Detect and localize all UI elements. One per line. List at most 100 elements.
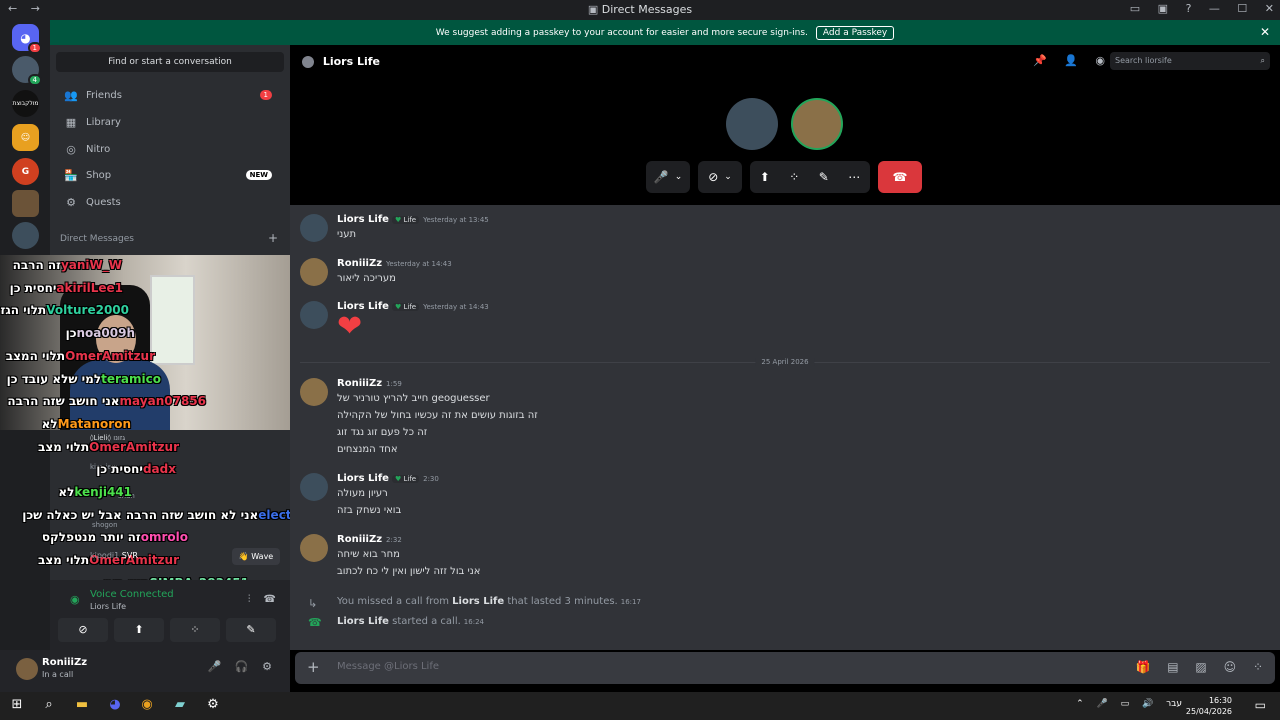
minimize-icon[interactable]: — <box>1209 2 1220 15</box>
settings-icon[interactable]: ⚙ <box>204 697 222 715</box>
search-icon[interactable]: ⌕ <box>40 697 58 715</box>
dm-entry-shan[interactable]: shan <box>118 492 135 500</box>
dm-entry-name: ◊Lieli◊ <box>90 434 111 442</box>
call-avatar-roni[interactable] <box>791 98 843 150</box>
avatar[interactable] <box>300 214 328 242</box>
profile-icon[interactable]: ◉ <box>1095 54 1105 67</box>
discord-taskbar-icon[interactable]: ◕ <box>106 697 124 715</box>
gif-icon[interactable]: ▤ <box>1167 660 1178 674</box>
server-image-guild[interactable] <box>12 190 39 217</box>
avatar[interactable] <box>300 378 328 406</box>
attach-icon[interactable]: + <box>307 658 320 676</box>
network-icon[interactable]: ▭ <box>1121 699 1130 709</box>
sidebar-item-nitro[interactable]: ◎ Nitro <box>58 138 282 160</box>
disconnect-icon[interactable]: ☎ <box>264 594 276 605</box>
add-friend-icon[interactable]: 👤 <box>1064 54 1078 67</box>
message-author[interactable]: RoniiiZz 1:59 <box>337 378 402 389</box>
avatar[interactable] <box>300 301 328 329</box>
soundboard-button[interactable]: ✎ <box>226 618 276 642</box>
message-author[interactable]: RoniiiZz 2:32 <box>337 534 402 545</box>
voice-status[interactable]: Voice Connected <box>90 589 174 600</box>
message-author[interactable]: Liors Life ♥ Life 2:30 <box>337 473 439 484</box>
call-avatar-lior[interactable] <box>726 98 778 150</box>
camera-toggle-button[interactable]: ⊘ ⌄ <box>698 161 742 193</box>
avatar[interactable] <box>300 534 328 562</box>
message-text: בואי נשחק בזה <box>337 505 402 516</box>
pin-icon[interactable]: 📌 <box>1033 54 1047 67</box>
composer-icons: 🎁 ▤ ▨ ☺ ⁘ <box>1122 660 1263 674</box>
mic-tray-icon[interactable]: 🎤 <box>1097 699 1108 709</box>
file-explorer-icon[interactable]: ▬ <box>73 697 91 715</box>
dm-entry-name: kira <box>90 463 104 471</box>
find-conversation-button[interactable]: Find or start a conversation <box>56 52 284 72</box>
share-screen-icon[interactable]: ⬆ <box>760 170 770 184</box>
screen-icon[interactable]: ▣ <box>1158 2 1168 15</box>
add-passkey-button[interactable]: Add a Passkey <box>815 25 895 40</box>
sticker-icon[interactable]: ▨ <box>1195 660 1206 674</box>
gift-icon[interactable]: 🎁 <box>1135 660 1150 674</box>
dm-entry-shogon[interactable]: shogon <box>92 521 118 529</box>
search-icon: ⌕ <box>1260 56 1265 65</box>
share-screen-button[interactable]: ⬆ <box>114 618 164 642</box>
message-input[interactable]: Message @Liors Life <box>337 661 439 672</box>
gear-icon[interactable]: ⚙ <box>262 660 272 673</box>
help-icon[interactable]: ? <box>1186 2 1192 15</box>
maximize-icon[interactable]: ☐ <box>1237 2 1247 15</box>
notification-icon[interactable]: ▭ <box>1255 698 1266 712</box>
dm-avatar-guild[interactable]: 4 <box>12 56 42 86</box>
sidebar-item-shop[interactable]: 🏪 Shop NEW <box>58 164 282 186</box>
apps-icon[interactable]: ⁘ <box>1253 660 1263 674</box>
dm-entry-lieli[interactable]: ◊Lieli◊ גזונו <box>90 434 125 442</box>
inbox-icon[interactable]: ▭ <box>1130 2 1140 15</box>
home-button[interactable]: ◕ 1 <box>12 24 42 54</box>
search-input[interactable]: Search liorsife ⌕ <box>1110 52 1270 70</box>
sidebar-item-friends[interactable]: 👥 Friends 1 <box>58 84 282 106</box>
hang-up-button[interactable]: ☎ <box>878 161 922 193</box>
nitro-icon: ◎ <box>66 142 76 156</box>
username[interactable]: RoniiiZz <box>42 657 87 668</box>
banner-close-icon[interactable]: ✕ <box>1260 25 1270 39</box>
clock[interactable]: 16:30 25/04/2026 <box>1186 695 1232 717</box>
soundboard-icon[interactable]: ✎ <box>819 170 829 184</box>
create-dm-icon[interactable]: + <box>268 231 278 245</box>
noise-suppression-icon[interactable]: ⫶ <box>248 594 251 605</box>
wave-button[interactable]: 👋 Wave <box>232 548 280 565</box>
sidebar-item-label: Library <box>86 116 121 128</box>
server-avatar-guild[interactable] <box>12 222 39 249</box>
headphones-icon[interactable]: 🎧 <box>235 660 249 673</box>
mic-toggle-button[interactable]: 🎤 ⌄ <box>646 161 690 193</box>
avatar[interactable] <box>300 473 328 501</box>
avatar[interactable] <box>16 658 38 680</box>
server-emoji-guild[interactable]: ☺ <box>12 124 39 151</box>
voice-channel[interactable]: Liors Life <box>90 602 126 611</box>
volume-icon[interactable]: 🔊 <box>1142 699 1153 709</box>
language-indicator[interactable]: עבר <box>1166 699 1182 709</box>
activities-icon[interactable]: ⁘ <box>789 170 799 184</box>
sidebar-item-library[interactable]: ▦ Library <box>58 111 282 133</box>
sidebar-item-label: Shop <box>86 169 112 181</box>
server-g-guild[interactable]: G <box>12 158 39 185</box>
close-window-icon[interactable]: ✕ <box>1265 2 1274 15</box>
more-icon[interactable]: ⋯ <box>848 170 860 184</box>
clock-time: 16:30 <box>1208 696 1232 705</box>
dm-entry-kira[interactable]: kira jew <box>90 463 117 471</box>
call-started-message: Liors Life started a call. 16:24 <box>337 616 484 627</box>
server-text-guild[interactable]: מולקבוצת <box>12 90 39 117</box>
camera-off-button[interactable]: ⊘ <box>58 618 108 642</box>
emoji-icon[interactable]: ☺ <box>1224 660 1237 674</box>
dm-entry-kipodi[interactable]: kipodi1 SVR <box>90 551 138 560</box>
message-composer[interactable]: + Message @Liors Life 🎁 ▤ ▨ ☺ ⁘ <box>295 652 1275 684</box>
chevron-up-icon[interactable]: ⌃ <box>1076 699 1084 709</box>
window-controls: ▭ ▣ ? — ☐ ✕ <box>1116 2 1274 15</box>
chrome-icon[interactable]: ◉ <box>138 697 156 715</box>
app-icon[interactable]: ▰ <box>171 697 189 715</box>
mic-icon[interactable]: 🎤 <box>208 660 222 673</box>
dm-section-header: Direct Messages <box>60 234 134 244</box>
start-icon[interactable]: ⊞ <box>8 697 26 715</box>
title-bar: ← → ▣ Direct Messages ▭ ▣ ? — ☐ ✕ <box>0 0 1280 20</box>
message-author[interactable]: Liors Life ♥ Life Yesterday at 13:45 <box>337 214 489 225</box>
message-author[interactable]: RoniiiZz Yesterday at 14:43 <box>337 258 452 269</box>
activities-button[interactable]: ⁘ <box>170 618 220 642</box>
sidebar-item-quests[interactable]: ⚙ Quests <box>58 191 282 213</box>
avatar[interactable] <box>300 258 328 286</box>
